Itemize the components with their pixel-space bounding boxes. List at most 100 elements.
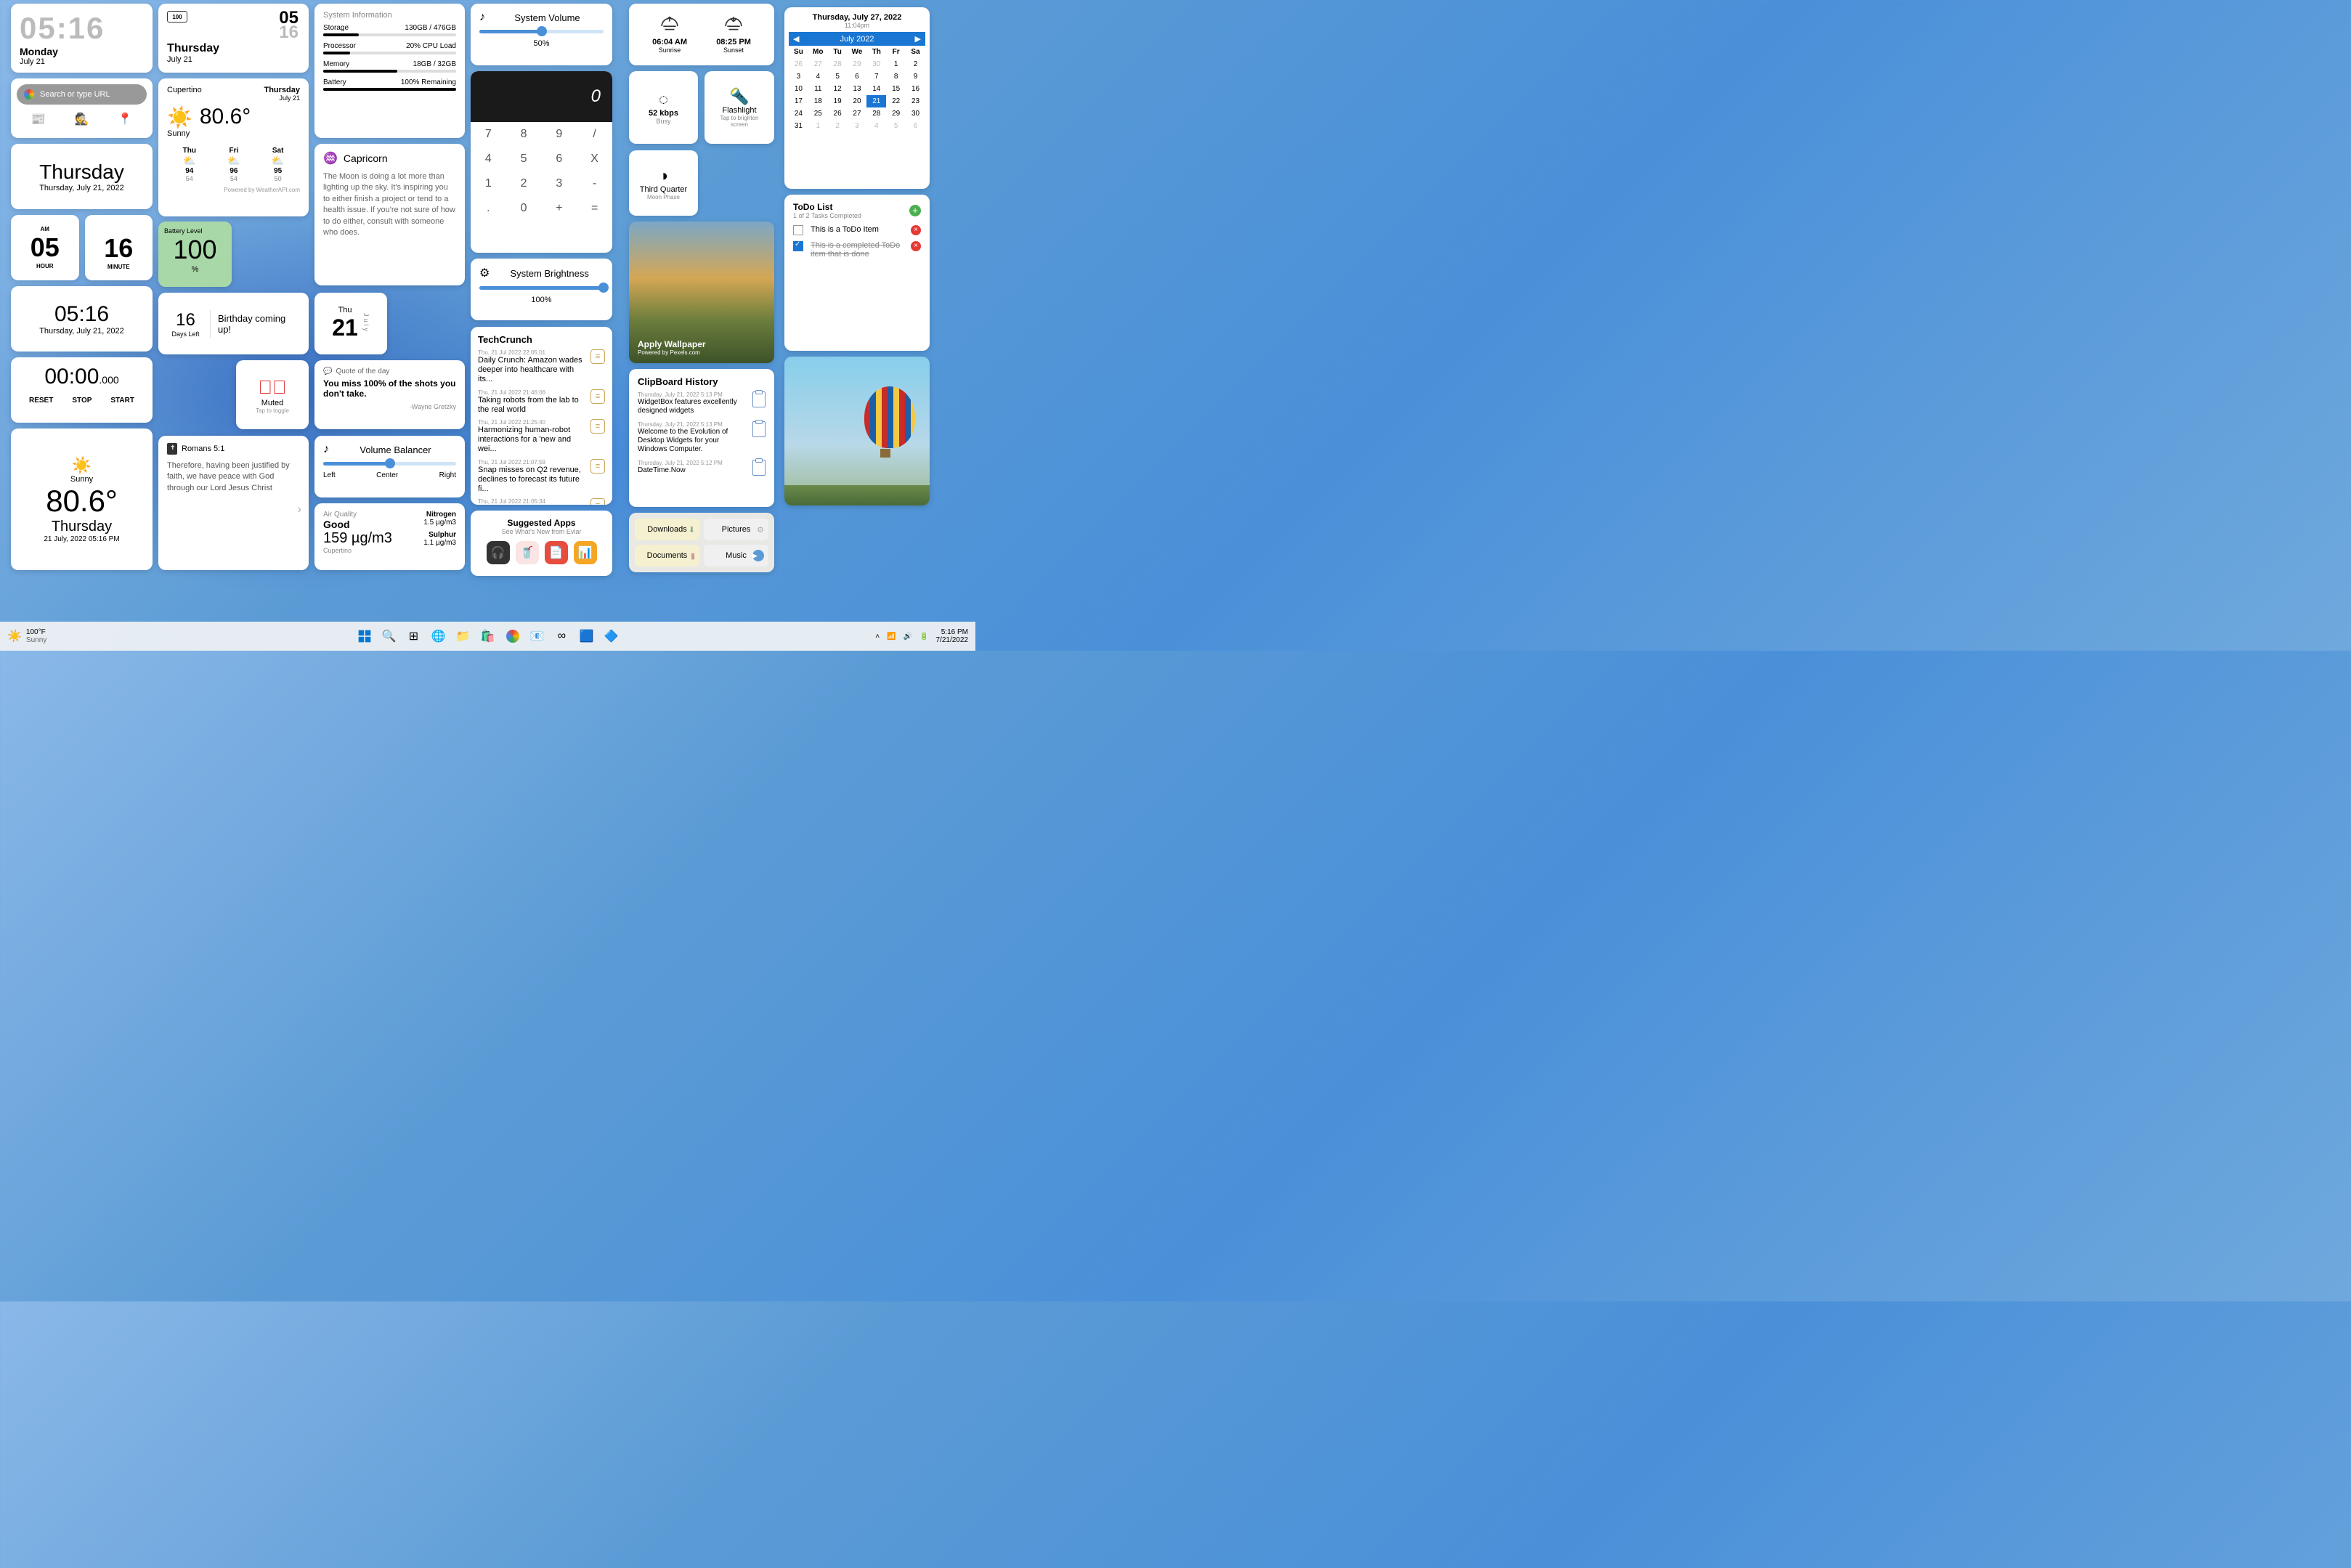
location-icon[interactable]: 📍 bbox=[118, 112, 132, 126]
app-tile-4[interactable]: 📊 bbox=[574, 541, 597, 564]
calc-key-+[interactable]: + bbox=[542, 196, 577, 221]
app-tile-1[interactable]: 🎧 bbox=[487, 541, 510, 564]
calendar-day[interactable]: 19 bbox=[828, 95, 848, 107]
calendar-day[interactable]: 23 bbox=[906, 95, 925, 107]
calc-key-2[interactable]: 2 bbox=[506, 171, 542, 196]
calendar-day[interactable]: 24 bbox=[789, 107, 808, 120]
calc-key-3[interactable]: 3 bbox=[542, 171, 577, 196]
delete-button[interactable]: × bbox=[911, 225, 921, 235]
edge-icon[interactable]: 🌐 bbox=[429, 626, 449, 646]
todo-checkbox[interactable] bbox=[793, 241, 803, 251]
mute-widget[interactable]: 🎤⃠ Muted Tap to toggle bbox=[236, 360, 309, 429]
calendar-day[interactable]: 5 bbox=[828, 70, 848, 83]
calc-key--[interactable]: - bbox=[577, 171, 612, 196]
clipboard-item[interactable]: Thursday, July 21, 2022 5:13 PMWidgetBox… bbox=[638, 391, 766, 415]
calendar-day[interactable]: 18 bbox=[808, 95, 828, 107]
calendar-day[interactable]: 8 bbox=[886, 70, 906, 83]
volume-icon[interactable]: 🔊 bbox=[904, 633, 912, 641]
calendar-day[interactable]: 27 bbox=[808, 58, 828, 70]
calc-key-4[interactable]: 4 bbox=[471, 147, 506, 171]
news-icon[interactable]: 📰 bbox=[31, 112, 46, 126]
todo-checkbox[interactable] bbox=[793, 225, 803, 235]
calc-key-X[interactable]: X bbox=[577, 147, 612, 171]
app-icon[interactable]: 🟦 bbox=[577, 626, 597, 646]
chrome-icon[interactable] bbox=[503, 626, 523, 646]
volbal-slider[interactable] bbox=[323, 462, 456, 466]
calendar-day[interactable]: 29 bbox=[886, 107, 906, 120]
calendar-day[interactable]: 3 bbox=[789, 70, 808, 83]
stopwatch-stop[interactable]: STOP bbox=[72, 397, 92, 405]
calendar-day[interactable]: 27 bbox=[848, 107, 867, 120]
calendar-day[interactable]: 7 bbox=[866, 70, 886, 83]
calendar-day[interactable]: 31 bbox=[789, 120, 808, 132]
calendar-day[interactable]: 22 bbox=[886, 95, 906, 107]
news-item[interactable]: Thu, 21 Jul 2022 21:46:06Taking robots f… bbox=[478, 389, 605, 415]
calendar-day[interactable]: 11 bbox=[808, 83, 828, 95]
news-item[interactable]: Thu, 21 Jul 2022 21:05:34Robotics and AI… bbox=[478, 498, 605, 505]
flashlight-widget[interactable]: 🔦 Flashlight Tap to brighten screen bbox=[705, 71, 774, 144]
taskbar-weather[interactable]: ☀️ 100°FSunny bbox=[7, 628, 46, 644]
chevron-up-icon[interactable]: ˄ bbox=[875, 633, 880, 641]
calc-key-1[interactable]: 1 bbox=[471, 171, 506, 196]
calc-key-6[interactable]: 6 bbox=[542, 147, 577, 171]
calendar-day[interactable]: 26 bbox=[789, 58, 808, 70]
delete-button[interactable]: × bbox=[911, 241, 921, 251]
brightness-slider[interactable] bbox=[479, 286, 604, 290]
clipboard-item[interactable]: Thursday, July 21, 2022 5:12 PMDateTime.… bbox=[638, 460, 766, 476]
calendar-day[interactable]: 28 bbox=[828, 58, 848, 70]
calendar-day[interactable]: 16 bbox=[906, 83, 925, 95]
app-tile-3[interactable]: 📄 bbox=[545, 541, 568, 564]
calc-key-5[interactable]: 5 bbox=[506, 147, 542, 171]
folder-downloads[interactable]: Downloads⬇ bbox=[635, 519, 699, 540]
app2-icon[interactable]: 🔷 bbox=[601, 626, 622, 646]
calendar-day[interactable]: 9 bbox=[906, 70, 925, 83]
calendar-day[interactable]: 15 bbox=[886, 83, 906, 95]
search-bar[interactable]: Search or type URL bbox=[17, 84, 147, 105]
calendar-day[interactable]: 12 bbox=[828, 83, 848, 95]
stopwatch-start[interactable]: START bbox=[110, 397, 134, 405]
clipboard-item[interactable]: Thursday, July 21, 2022 5:13 PMWelcome t… bbox=[638, 421, 766, 454]
battery-icon[interactable]: 🔋 bbox=[919, 633, 928, 641]
calendar-day[interactable]: 30 bbox=[906, 107, 925, 120]
news-item[interactable]: Thu, 21 Jul 2022 21:25:40Harmonizing hum… bbox=[478, 419, 605, 455]
calc-key-9[interactable]: 9 bbox=[542, 122, 577, 147]
calendar-day[interactable]: 26 bbox=[828, 107, 848, 120]
calendar-day[interactable]: 29 bbox=[848, 58, 867, 70]
sysvol-slider[interactable] bbox=[479, 30, 604, 33]
calc-key-=[interactable]: = bbox=[577, 196, 612, 221]
calendar-day[interactable]: 6 bbox=[848, 70, 867, 83]
calendar-day[interactable]: 13 bbox=[848, 83, 867, 95]
vs-icon[interactable]: ∞ bbox=[552, 626, 572, 646]
calc-key-/[interactable]: / bbox=[577, 122, 612, 147]
incognito-icon[interactable]: 🕵️ bbox=[75, 112, 89, 126]
calendar-day[interactable]: 6 bbox=[906, 120, 925, 132]
outlook-icon[interactable]: 📧 bbox=[527, 626, 548, 646]
taskview-button[interactable]: ⊞ bbox=[404, 626, 424, 646]
calendar-day[interactable]: 17 bbox=[789, 95, 808, 107]
folder-pictures[interactable]: Pictures⚙ bbox=[704, 519, 768, 540]
calendar-day[interactable]: 1 bbox=[886, 58, 906, 70]
system-tray[interactable]: ˄ 📶 🔊 🔋 5:16 PM7/21/2022 bbox=[875, 628, 968, 644]
calendar-day[interactable]: 21 bbox=[866, 95, 886, 107]
start-button[interactable] bbox=[354, 626, 375, 646]
calc-key-.[interactable]: . bbox=[471, 196, 506, 221]
calendar-next[interactable]: ▶ bbox=[915, 34, 921, 44]
calendar-day[interactable]: 14 bbox=[866, 83, 886, 95]
app-tile-2[interactable]: 🥤 bbox=[516, 541, 539, 564]
calendar-day[interactable]: 30 bbox=[866, 58, 886, 70]
calendar-day[interactable]: 28 bbox=[866, 107, 886, 120]
stopwatch-reset[interactable]: RESET bbox=[29, 397, 53, 405]
news-item[interactable]: Thu, 21 Jul 2022 21:07:59Snap misses on … bbox=[478, 459, 605, 495]
calendar-day[interactable]: 2 bbox=[828, 120, 848, 132]
calendar-prev[interactable]: ◀ bbox=[793, 34, 799, 44]
calendar-day[interactable]: 2 bbox=[906, 58, 925, 70]
explorer-icon[interactable]: 📁 bbox=[453, 626, 474, 646]
store-icon[interactable]: 🛍️ bbox=[478, 626, 498, 646]
calendar-day[interactable]: 10 bbox=[789, 83, 808, 95]
chevron-right-icon[interactable]: › bbox=[298, 503, 301, 516]
calc-key-8[interactable]: 8 bbox=[506, 122, 542, 147]
calendar-day[interactable]: 25 bbox=[808, 107, 828, 120]
news-item[interactable]: Thu, 21 Jul 2022 22:05:01Daily Crunch: A… bbox=[478, 349, 605, 385]
calendar-day[interactable]: 1 bbox=[808, 120, 828, 132]
calendar-day[interactable]: 5 bbox=[886, 120, 906, 132]
